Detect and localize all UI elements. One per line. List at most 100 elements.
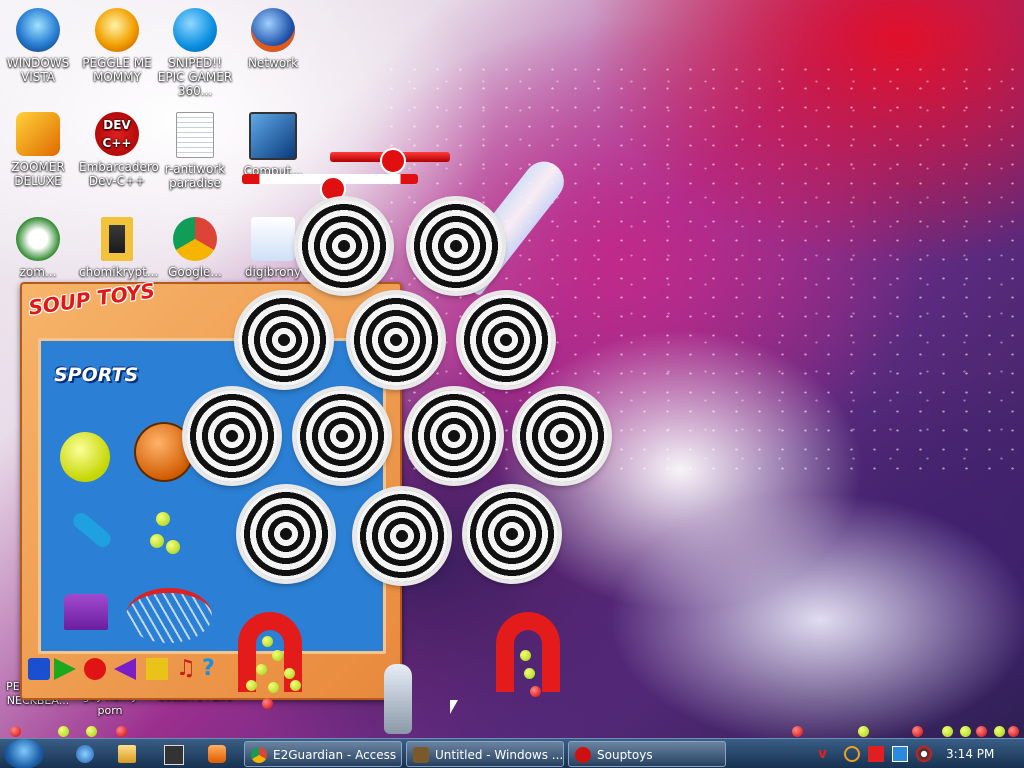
ball	[256, 664, 267, 675]
mini-balls-toy[interactable]	[150, 512, 186, 556]
basketball-toy[interactable]	[134, 422, 194, 482]
ball	[262, 636, 273, 647]
chrome-icon	[173, 217, 217, 261]
desktop-icon-label: ZOOMER DELUXE	[11, 160, 65, 188]
peggle-icon	[95, 8, 139, 52]
internet-explorer-icon[interactable]	[76, 745, 94, 763]
rewind-button[interactable]	[114, 658, 136, 680]
spiral-disc[interactable]	[466, 488, 558, 580]
ball	[10, 726, 21, 737]
ball	[858, 726, 869, 737]
spiral-disc[interactable]	[460, 294, 552, 386]
ball	[520, 650, 531, 661]
ball	[150, 534, 164, 548]
souptoys-s-icon	[380, 148, 406, 174]
digibrony-icon	[251, 217, 295, 261]
desktop-icon-label: r-antiwork paradise	[164, 162, 226, 190]
desktop-icon-skype[interactable]: SNIPED!! EPIC GAMER 360...	[157, 8, 233, 98]
start-button[interactable]	[4, 739, 44, 768]
spiral-disc[interactable]	[410, 200, 502, 292]
desktop-icon-label: zom...	[19, 265, 57, 279]
desktop-icon-label: Network	[247, 56, 299, 70]
taskbar-task-souptoys[interactable]: Souptoys	[568, 741, 726, 767]
help-button[interactable]: ?	[202, 658, 224, 680]
folder-icon[interactable]	[118, 745, 136, 763]
ball	[960, 726, 971, 737]
spiral-disc[interactable]	[296, 390, 388, 482]
clock[interactable]: 3:14 PM	[946, 739, 994, 768]
taskbar-task-movie-maker[interactable]: Untitled - Windows ...	[406, 741, 564, 767]
media-player-icon[interactable]	[164, 745, 184, 765]
spiral-disc[interactable]	[408, 390, 500, 482]
desktop-icon-antiwork[interactable]: r-antiwork paradise	[157, 112, 233, 190]
desktop-icon-label: Google...	[168, 265, 222, 279]
souptoys-s-icon	[320, 176, 346, 202]
ball	[272, 650, 283, 661]
ball	[976, 726, 987, 737]
document-icon	[176, 112, 214, 158]
desktop-icon-label: SNIPED!! EPIC GAMER 360...	[157, 56, 233, 98]
devcpp-icon: DEV C++	[95, 112, 139, 156]
zoomer-icon	[16, 112, 60, 156]
roller-skate-toy[interactable]	[64, 594, 108, 630]
network-tray-icon[interactable]	[892, 746, 908, 762]
desktop-icon-network[interactable]: Network	[235, 8, 311, 70]
basketball-hoop-toy[interactable]	[126, 588, 212, 643]
desktop-icon-label: chomikrypt...	[79, 265, 159, 279]
pump-button[interactable]	[28, 658, 50, 680]
ball	[284, 668, 295, 679]
paint-icon[interactable]	[208, 745, 226, 763]
spiral-disc[interactable]	[350, 294, 442, 386]
play-button[interactable]	[54, 658, 76, 680]
desktop-icon-peggle[interactable]: PEGGLE ME MOMMY	[79, 8, 155, 84]
movie-maker-icon	[413, 747, 429, 763]
search-icon[interactable]	[844, 746, 860, 762]
spiral-disc[interactable]	[516, 390, 608, 482]
taskbar-task-e2guardian[interactable]: E2Guardian - Access ...	[244, 741, 402, 767]
ball	[116, 726, 127, 737]
desktop-icon-zom[interactable]: zom...	[0, 217, 76, 279]
tennis-ball-toy[interactable]	[60, 432, 110, 482]
desktop-icon-chomikrypt[interactable]: chomikrypt...	[79, 217, 159, 279]
network-globe-icon	[251, 8, 295, 52]
desktop-icon-label: WINDOWS VISTA	[6, 56, 70, 84]
flower-icon	[16, 217, 60, 261]
desktop-icon-zoomer[interactable]: ZOOMER DELUXE	[0, 112, 76, 188]
ball	[792, 726, 803, 737]
desktop-icon-label: Embarcadero Dev-C++	[79, 160, 159, 188]
ball	[166, 540, 180, 554]
desktop-icon-computer[interactable]: Comput...	[235, 112, 311, 178]
desktop-icon-label: digibrony	[244, 265, 302, 279]
robot-character[interactable]	[384, 664, 412, 734]
spiral-disc[interactable]	[240, 488, 332, 580]
taskbar: E2Guardian - Access ... Untitled - Windo…	[0, 738, 1024, 768]
souptoys-logo: SOUP TOYS	[26, 278, 157, 320]
spiral-disc[interactable]	[298, 200, 390, 292]
mouse-cursor-icon	[450, 700, 458, 714]
volume-icon[interactable]	[916, 746, 932, 762]
desktop-icon-chrome[interactable]: Google...	[157, 217, 233, 279]
chrome-icon	[251, 747, 267, 763]
ball	[290, 680, 301, 691]
skype-icon	[173, 8, 217, 52]
tray-v-icon[interactable]: v	[818, 746, 834, 762]
ball	[262, 698, 273, 709]
music-button[interactable]: ♫	[176, 658, 198, 680]
spiral-disc[interactable]	[356, 490, 448, 582]
stop-button[interactable]	[146, 658, 168, 680]
ball	[524, 668, 535, 679]
ball	[530, 686, 541, 697]
souptoys-window[interactable]: SOUP TOYS SPORTS ♫ ?	[20, 278, 402, 700]
ball	[246, 680, 257, 691]
desktop-icon-label: PEGGLE ME MOMMY	[82, 56, 152, 84]
spiral-disc[interactable]	[238, 294, 330, 386]
ball	[942, 726, 953, 737]
spiral-disc[interactable]	[186, 390, 278, 482]
souptoys-icon	[575, 747, 591, 763]
flag-icon[interactable]	[868, 746, 884, 762]
task-label: Untitled - Windows ...	[435, 748, 564, 762]
record-button[interactable]	[84, 658, 106, 680]
desktop-icon-devcpp[interactable]: DEV C++ Embarcadero Dev-C++	[79, 112, 159, 188]
desktop-icon-windows-vista[interactable]: WINDOWS VISTA	[0, 8, 76, 84]
computer-icon	[249, 112, 297, 160]
